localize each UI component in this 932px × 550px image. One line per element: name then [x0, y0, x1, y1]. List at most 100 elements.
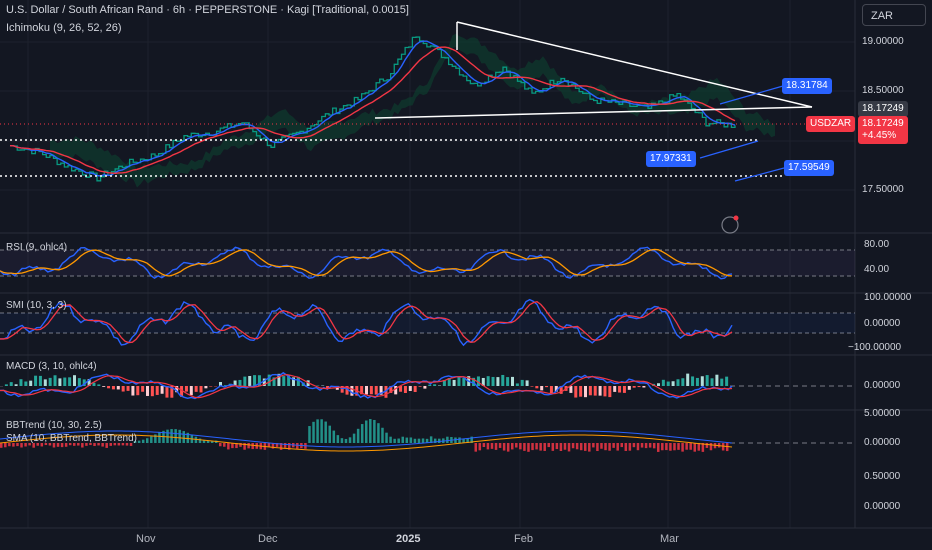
macd-bar-112	[545, 386, 549, 388]
macd-bar-104	[506, 377, 510, 386]
bbtrend-bar-93	[377, 423, 380, 443]
macd-bar-143	[695, 377, 699, 386]
macd-bar-16	[77, 378, 81, 386]
bbtrend-sma-title[interactable]: SMA (10, BBTrend, BBTrend)	[6, 433, 137, 444]
bbtrend-bar-79	[320, 419, 323, 443]
macd-bar-52	[253, 375, 257, 386]
bbtrend-bar-119	[482, 443, 486, 448]
bbtrend-bar-161	[652, 443, 656, 449]
bbtrend-bar-0	[0, 443, 3, 448]
price-tag-17-59549[interactable]: 17.59549	[784, 160, 834, 176]
bbtrend-bar-108	[438, 438, 441, 443]
macd-bar-136	[661, 379, 665, 386]
bbtrend-bar-160	[648, 443, 652, 448]
smi-title[interactable]: SMI (10, 3, 3)	[6, 300, 67, 311]
bbtrend-bar-43	[174, 429, 177, 443]
macd-bar-95	[462, 378, 466, 386]
macd-bar-121	[588, 386, 592, 396]
bbtrend-bar-125	[506, 443, 510, 452]
chart-title: U.S. Dollar / South African Rand · 6h · …	[6, 4, 409, 16]
macd-bar-122	[593, 386, 597, 396]
macd-bar-8	[38, 375, 42, 386]
macd-bar-118	[574, 386, 578, 398]
macd-bar-42	[204, 386, 208, 389]
macd-bar-39	[189, 386, 193, 396]
bbtrend-bar-56	[227, 443, 230, 450]
macd-bar-100	[486, 376, 490, 386]
bbtrend-bar-70	[283, 443, 287, 448]
smi-label-0: 0.00000	[864, 318, 901, 329]
macd-bar-111	[540, 386, 544, 391]
bbtrend-bar-95	[385, 432, 388, 443]
bbtrend-bar-100	[405, 437, 409, 443]
bbtrend-bar-85	[344, 438, 348, 443]
macd-bar-21	[102, 386, 106, 387]
bbtrend-bar-152	[616, 443, 619, 451]
macd-bar-93	[452, 379, 456, 386]
bbtrend-bar-169	[685, 443, 688, 450]
bbtrend-bar-153	[620, 443, 623, 448]
macd-bar-88	[428, 384, 432, 386]
bbtrend-bar-136	[551, 443, 555, 451]
macd-bar-131	[637, 386, 641, 388]
bbtrend-bar-120	[486, 443, 490, 450]
x-label-dec: Dec	[258, 533, 278, 545]
price-tag-current: 18.17249	[858, 101, 908, 117]
macd-bar-120	[584, 386, 587, 398]
price-label-17-5: 17.50000	[862, 184, 904, 195]
macd-bar-126	[613, 386, 617, 392]
macd-bar-135	[657, 383, 660, 386]
bbtrend-bar-165	[669, 443, 672, 451]
price-tag-17-97331[interactable]: 17.97331	[646, 151, 696, 167]
bbtrend-bar-62	[251, 443, 254, 450]
macd-bar-128	[622, 386, 626, 393]
bbtrend-bar-117	[474, 443, 477, 452]
macd-bar-15	[73, 375, 76, 386]
bbtrend-bar-89	[360, 424, 364, 443]
macd-bar-89	[433, 384, 437, 386]
macd-bar-32	[155, 386, 159, 395]
price-tag-18-31784[interactable]: 18.31784	[782, 78, 832, 94]
bbtrend-bar-178	[721, 443, 725, 451]
bbtrend-bar-137	[555, 443, 559, 450]
bbtrend-label-0-5: 0.50000	[864, 471, 901, 482]
macd-bar-83	[403, 386, 407, 394]
bbtrend-bar-134	[543, 443, 546, 451]
bbtrend-bar-92	[373, 419, 376, 443]
macd-title[interactable]: MACD (3, 10, ohlc4)	[6, 361, 97, 372]
bbtrend-bar-81	[328, 425, 331, 443]
bbtrend-bar-145	[588, 443, 591, 452]
macd-bar-146	[710, 378, 714, 386]
bbtrend-bar-163	[661, 443, 664, 451]
ichimoku-legend[interactable]: Ichimoku (9, 26, 52, 26)	[6, 22, 122, 34]
price-label-19: 19.00000	[862, 36, 904, 47]
bbtrend-bar-131	[531, 443, 534, 451]
bbtrend-bar-128	[519, 443, 522, 450]
bbtrend-title[interactable]: BBTrend (10, 30, 2.5)	[6, 420, 102, 431]
bbtrend-bar-91	[369, 419, 372, 443]
macd-bar-149	[725, 376, 729, 386]
x-label-nov: Nov	[136, 533, 156, 545]
x-label-mar: Mar	[660, 533, 679, 545]
bbtrend-bar-61	[247, 443, 250, 449]
bbtrend-bar-126	[511, 443, 514, 450]
macd-bar-28	[136, 386, 140, 396]
bbtrend-bar-101	[409, 437, 413, 443]
macd-bar-108	[525, 380, 529, 386]
bbtrend-bar-155	[628, 443, 632, 451]
bbtrend-bar-77	[312, 421, 315, 443]
bbtrend-bar-87	[352, 433, 356, 443]
bbtrend-bar-159	[644, 443, 648, 449]
bbtrend-bar-132	[535, 443, 538, 450]
alert-dot	[733, 215, 739, 221]
projection-1	[699, 140, 759, 159]
bbtrend-bar-90	[365, 420, 368, 443]
rsi-label-40: 40.00	[864, 264, 890, 275]
macd-bar-102	[496, 377, 500, 386]
bbtrend-bar-144	[584, 443, 587, 451]
macd-bar-9	[43, 379, 47, 386]
rsi-title[interactable]: RSI (9, ohlc4)	[6, 242, 67, 253]
currency-button[interactable]: ZAR	[862, 4, 926, 26]
bbtrend-bar-80	[324, 421, 327, 443]
macd-bar-109	[530, 386, 534, 387]
